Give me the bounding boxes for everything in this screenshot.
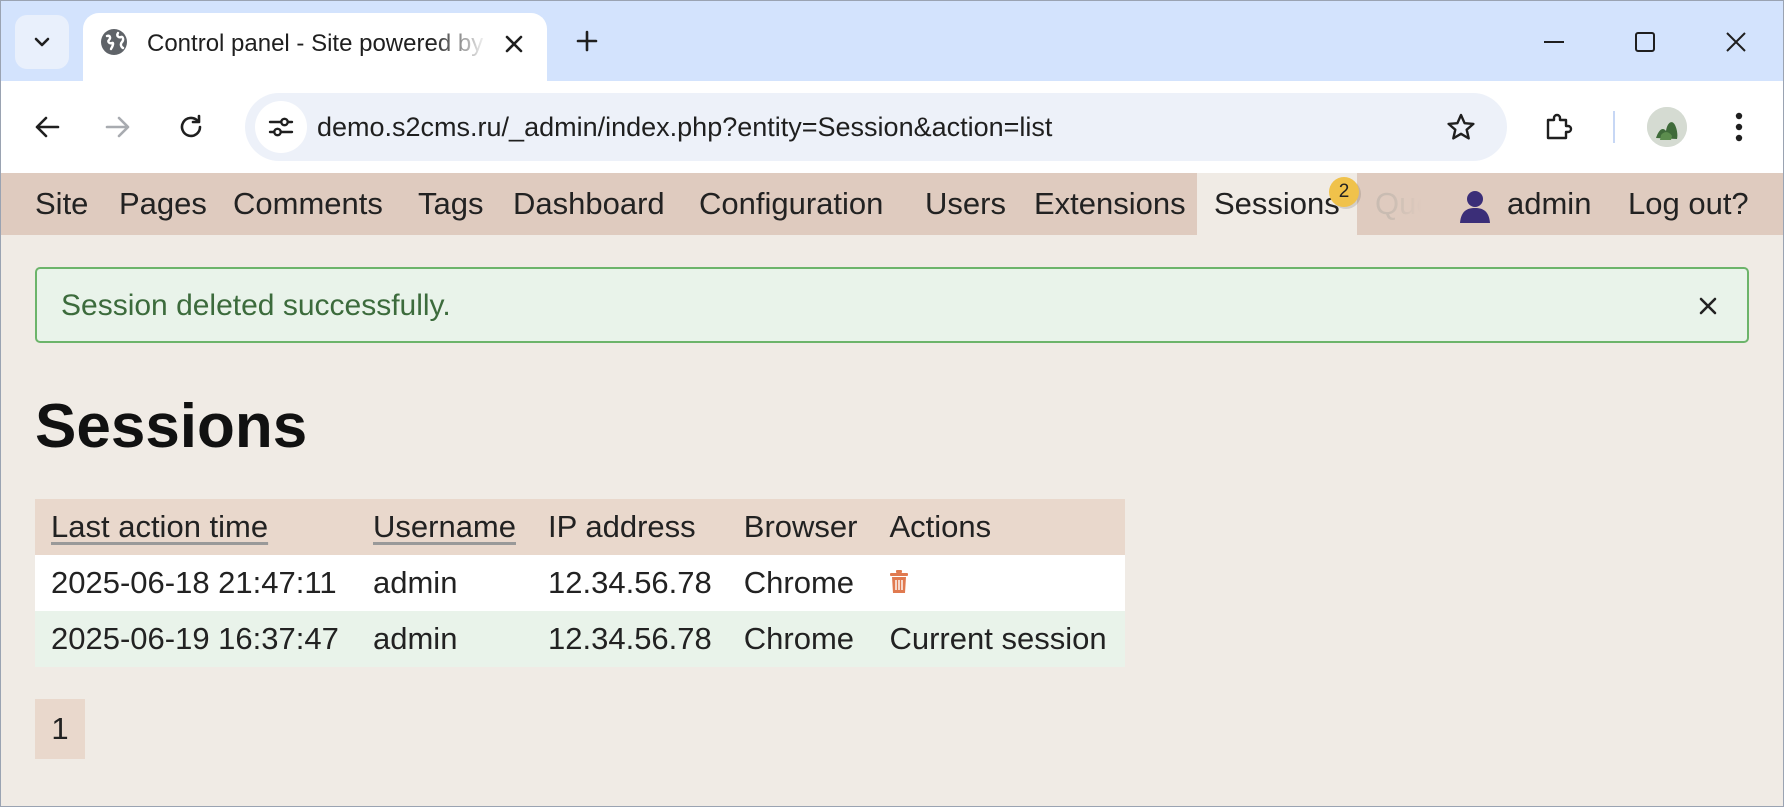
globe-icon (101, 29, 127, 55)
tab-close-button[interactable] (497, 27, 531, 61)
sessions-table: Last action time Username IP address Bro… (35, 499, 1126, 667)
cell-username: admin (373, 621, 458, 656)
alert-close-button[interactable] (1695, 293, 1721, 319)
cell-browser: Chrome (743, 621, 855, 656)
browser-window: Control panel - Site powered by S2 demo.… (0, 0, 1784, 807)
success-alert: Session deleted successfully. (35, 267, 1749, 343)
extensions-button[interactable] (1535, 103, 1583, 151)
back-button[interactable] (23, 103, 71, 151)
cell-actions (873, 555, 1125, 611)
cell-ip: 12.34.56.78 (548, 565, 712, 600)
forward-arrow-icon (105, 116, 130, 138)
table-header-row: Last action time Username IP address Bro… (35, 499, 1126, 555)
minimize-icon (1544, 41, 1564, 43)
plus-icon (576, 30, 598, 52)
kebab-menu-icon (1735, 112, 1743, 142)
column-header-browser: Browser (743, 509, 858, 544)
site-info-button[interactable] (255, 101, 307, 153)
cell-time: 2025-06-18 21:47:11 (51, 565, 337, 600)
table-row: 2025-06-19 16:37:47 admin 12.34.56.78 Ch… (35, 611, 1126, 667)
minimize-button[interactable] (1531, 19, 1577, 65)
cell-time: 2025-06-19 16:37:47 (51, 621, 339, 656)
new-tab-button[interactable] (567, 21, 607, 61)
close-window-button[interactable] (1713, 19, 1759, 65)
chevron-down-icon (34, 37, 50, 47)
close-icon (1699, 297, 1717, 315)
nav-item-pages[interactable]: Pages (119, 173, 207, 235)
column-header-ip-address: IP address (548, 509, 696, 544)
nav-item-tags[interactable]: Tags (418, 173, 483, 235)
column-header-actions: Actions (889, 509, 992, 544)
nav-item-comments[interactable]: Comments (233, 173, 383, 235)
pagination-page-1[interactable]: 1 (35, 699, 85, 759)
browser-menu-button[interactable] (1717, 103, 1761, 151)
cell-actions: Current session (889, 621, 1107, 656)
admin-nav: Site Pages Comments Tags Dashboard Confi… (1, 173, 1783, 235)
cell-browser: Chrome (743, 565, 855, 600)
sort-link-last-action-time[interactable]: Last action time (51, 509, 268, 544)
profile-icon (1647, 107, 1687, 147)
notification-badge: 2 (1329, 177, 1359, 207)
close-icon (505, 35, 523, 53)
forward-button[interactable] (94, 103, 142, 151)
nav-item-queue[interactable]: Queue (1375, 173, 1421, 235)
address-bar[interactable]: demo.s2cms.ru/_admin/index.php?entity=Se… (245, 93, 1507, 161)
cell-ip: 12.34.56.78 (548, 621, 712, 656)
column-header-last-action-time: Last action time (35, 499, 357, 555)
maximize-button[interactable] (1622, 19, 1668, 65)
reload-icon (180, 114, 202, 138)
tab-strip: Control panel - Site powered by S2 (1, 1, 1783, 81)
avatar[interactable] (1647, 107, 1687, 147)
close-icon (1726, 32, 1746, 52)
table-row: 2025-06-18 21:47:11 admin 12.34.56.78 Ch… (35, 555, 1126, 611)
browser-toolbar: demo.s2cms.ru/_admin/index.php?entity=Se… (1, 81, 1783, 173)
nav-item-user[interactable]: admin (1507, 173, 1591, 235)
tab-search-button[interactable] (15, 15, 69, 69)
browser-tab[interactable]: Control panel - Site powered by S2 (83, 13, 547, 81)
reload-button[interactable] (167, 103, 215, 151)
tune-icon (268, 117, 294, 137)
trash-icon[interactable] (889, 570, 909, 594)
nav-item-dashboard[interactable]: Dashboard (513, 173, 665, 235)
user-icon (1460, 191, 1490, 223)
column-header-username: Username (357, 499, 532, 555)
back-arrow-icon (35, 116, 60, 138)
maximize-icon (1635, 32, 1655, 52)
cell-username: admin (373, 565, 458, 600)
nav-item-users[interactable]: Users (925, 173, 1006, 235)
url-text[interactable]: demo.s2cms.ru/_admin/index.php?entity=Se… (317, 109, 1052, 145)
star-icon (1447, 113, 1475, 140)
sort-link-username[interactable]: Username (373, 509, 516, 544)
puzzle-icon (1546, 113, 1573, 140)
nav-item-extensions[interactable]: Extensions (1034, 173, 1186, 235)
logout-link[interactable]: Log out? (1628, 173, 1749, 235)
page-title: Sessions (35, 392, 308, 461)
nav-item-configuration[interactable]: Configuration (699, 173, 883, 235)
toolbar-separator (1613, 111, 1615, 143)
nav-item-site[interactable]: Site (35, 173, 88, 235)
tab-title: Control panel - Site powered by S2 (147, 30, 487, 57)
bookmark-button[interactable] (1439, 105, 1483, 149)
alert-message: Session deleted successfully. (61, 289, 451, 322)
